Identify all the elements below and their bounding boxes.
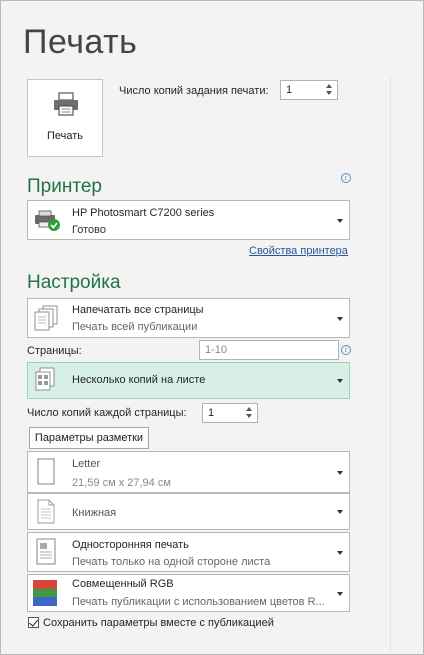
print-button[interactable]: Печать [27, 79, 103, 157]
chevron-down-icon [337, 471, 343, 475]
printer-icon [54, 92, 78, 116]
color-mode-title: Совмещенный RGB [72, 578, 174, 590]
printer-properties-link[interactable]: Свойства принтера [249, 245, 348, 257]
orientation-dropdown[interactable]: Книжная [27, 493, 350, 530]
sides-title: Односторонняя печать [72, 539, 189, 551]
paper-size-subtitle: 21,59 см x 27,94 см [72, 477, 171, 489]
copies-label: Число копий задания печати: [119, 85, 269, 97]
chevron-down-icon [337, 592, 343, 596]
paper-size-dropdown[interactable]: Letter 21,59 см x 27,94 см [27, 451, 350, 493]
printer-dropdown[interactable]: HP Photosmart C7200 series Готово [27, 200, 350, 240]
settings-section-title: Настройка [27, 272, 121, 293]
printer-status: Готово [72, 224, 106, 236]
copies-stepper[interactable]: 1 [280, 80, 338, 100]
sides-subtitle: Печать только на одной стороне листа [72, 556, 271, 568]
save-settings-checkbox[interactable]: Сохранить параметры вместе с публикацией [28, 617, 274, 629]
paper-icon [37, 458, 55, 485]
sides-dropdown[interactable]: Односторонняя печать Печать только на од… [27, 532, 350, 572]
chevron-down-icon [337, 219, 343, 223]
layout-title: Несколько копий на листе [72, 374, 206, 386]
page-title: Печать [23, 23, 138, 61]
copies-value: 1 [286, 84, 293, 96]
layout-options-button[interactable]: Параметры разметки [29, 427, 149, 449]
pages-icon [34, 305, 58, 331]
chevron-down-icon [337, 317, 343, 321]
print-button-label: Печать [46, 130, 84, 142]
portrait-orientation-icon [37, 499, 55, 524]
page-range-subtitle: Печать всей публикации [72, 321, 198, 333]
copies-per-page-label: Число копий каждой страницы: [27, 407, 187, 419]
chevron-down-icon [337, 379, 343, 383]
pages-input[interactable]: 1-10 [199, 340, 339, 360]
copies-per-page-stepper[interactable]: 1 [202, 403, 258, 423]
pages-placeholder: 1-10 [205, 344, 228, 356]
pages-label: Страницы: [27, 345, 82, 357]
one-sided-icon [36, 538, 56, 565]
chevron-down-icon [337, 510, 343, 514]
checkbox-checked-icon[interactable] [28, 617, 39, 628]
decrement-icon[interactable] [246, 414, 252, 418]
page-range-dropdown[interactable]: Напечатать все страницы Печать всей публ… [27, 298, 350, 338]
color-mode-dropdown[interactable]: Совмещенный RGB Печать публикации с испо… [27, 574, 350, 612]
printer-name: HP Photosmart C7200 series [72, 207, 215, 219]
info-icon[interactable]: i [341, 173, 351, 183]
decrement-icon[interactable] [326, 91, 332, 95]
rgb-color-icon [33, 580, 57, 606]
print-backstage-panel: Печать Печать Число копий задания печати… [0, 0, 424, 655]
increment-icon[interactable] [326, 84, 332, 88]
printer-ready-icon [35, 210, 60, 231]
paper-size-title: Letter [72, 458, 101, 470]
multiple-copies-icon [35, 367, 55, 391]
copies-per-page-value: 1 [208, 407, 215, 419]
chevron-down-icon [337, 551, 343, 555]
color-mode-subtitle: Печать публикации с использованием цвето… [72, 596, 325, 608]
orientation-title: Книжная [72, 507, 117, 519]
info-icon[interactable]: i [341, 345, 351, 355]
preview-divider [390, 75, 391, 653]
save-settings-label: Сохранить параметры вместе с публикацией [43, 617, 274, 629]
printer-section-title: Принтер [27, 176, 102, 197]
layout-dropdown[interactable]: Несколько копий на листе [27, 362, 350, 399]
page-range-title: Напечатать все страницы [72, 304, 204, 316]
increment-icon[interactable] [246, 407, 252, 411]
